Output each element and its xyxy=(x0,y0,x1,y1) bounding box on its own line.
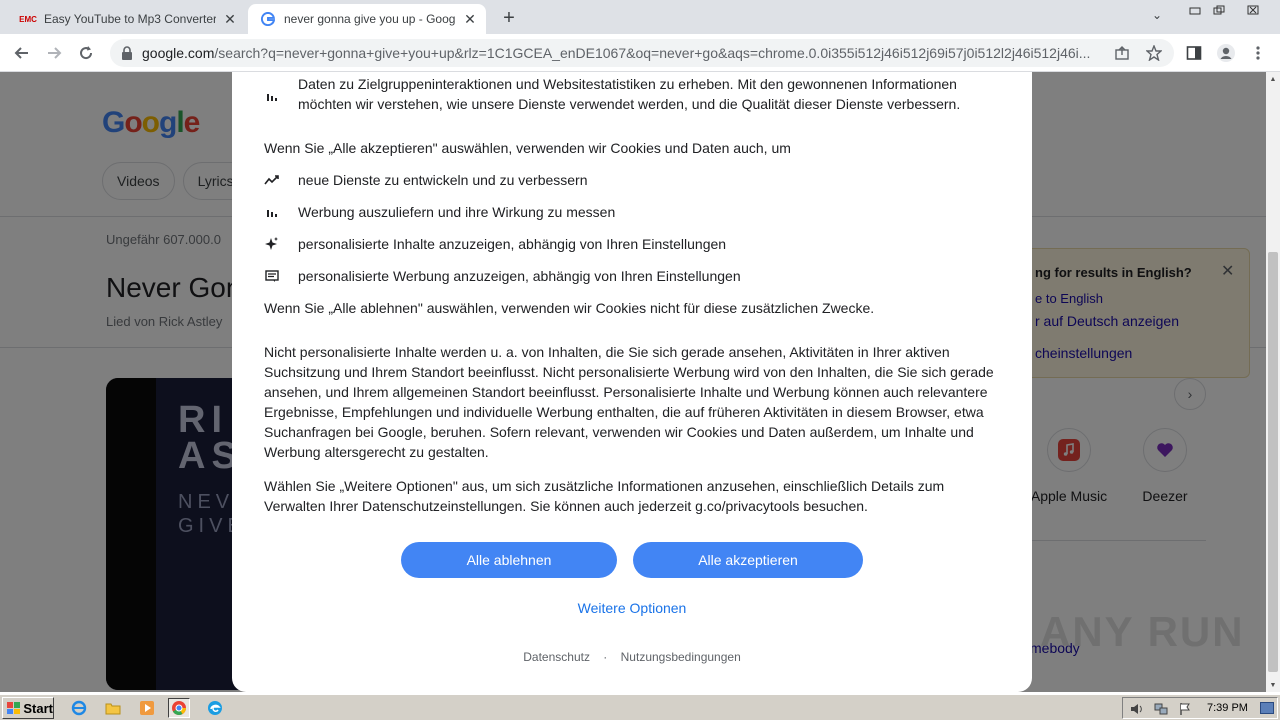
system-tray: 7:39 PM xyxy=(1122,697,1278,719)
reject-heading: Wenn Sie „Alle ablehnen" auswählen, verw… xyxy=(264,300,875,316)
tab-google-search[interactable]: never gonna give you up - Google S ✕ xyxy=(248,4,486,34)
reload-icon[interactable] xyxy=(74,41,98,65)
show-desktop-icon[interactable] xyxy=(1260,701,1274,714)
lock-icon[interactable] xyxy=(120,45,136,61)
minimize-icon[interactable] xyxy=(1186,2,1204,18)
chrome-icon[interactable] xyxy=(168,698,190,718)
side-panel-icon[interactable] xyxy=(1182,41,1206,65)
action-center-flag-icon[interactable] xyxy=(1177,701,1193,717)
start-label: Start xyxy=(23,700,53,716)
close-tab-icon[interactable]: ✕ xyxy=(222,11,238,27)
network-icon[interactable] xyxy=(1153,701,1169,717)
share-icon[interactable] xyxy=(1112,43,1132,63)
consent-paragraph: Wählen Sie „Weitere Optionen" aus, um si… xyxy=(264,478,945,514)
reject-all-button[interactable]: Alle ablehnen xyxy=(401,542,617,578)
more-options-link-text[interactable]: Weitere Optionen xyxy=(578,600,687,616)
tab-title: never gonna give you up - Google S xyxy=(284,12,456,26)
address-bar[interactable]: google.com/search?q=never+gonna+give+you… xyxy=(110,39,1174,67)
consent-paragraph: Nicht personalisierte Inhalte werden u. … xyxy=(264,344,994,460)
tab-strip: EMC Easy YouTube to Mp3 Converter | Ed ✕… xyxy=(0,0,1280,34)
browser-menu-icon[interactable] xyxy=(1246,41,1270,65)
emc-favicon-icon: EMC xyxy=(19,14,37,24)
more-options-link: Weitere Optionen xyxy=(232,600,1032,616)
page-scrollbar[interactable]: ▲ ▼ xyxy=(1266,72,1280,692)
consent-item-text: Werbung auszuliefern und ihre Wirkung zu… xyxy=(298,204,616,220)
new-tab-button[interactable]: + xyxy=(498,7,520,29)
consent-item-text: personalisierte Werbung anzuzeigen, abhä… xyxy=(298,268,741,284)
volume-icon[interactable] xyxy=(1129,701,1145,717)
cookie-consent-dialog: Daten zu Zielgruppeninteraktionen und We… xyxy=(232,72,1032,692)
internet-explorer-icon[interactable] xyxy=(68,698,90,718)
consent-footer: Datenschutz · Nutzungsbedingungen xyxy=(232,650,1032,664)
bookmark-star-icon[interactable] xyxy=(1144,43,1164,63)
browser-toolbar: google.com/search?q=never+gonna+give+you… xyxy=(0,34,1280,72)
back-icon[interactable] xyxy=(10,41,34,65)
folder-icon[interactable] xyxy=(102,698,124,718)
url-host: google.com xyxy=(142,45,215,61)
privacy-link[interactable]: Datenschutz xyxy=(523,650,590,664)
footer-separator: · xyxy=(603,650,608,664)
tab-search-icon[interactable]: ⌄ xyxy=(1152,8,1162,22)
tab-youtube-converter[interactable]: EMC Easy YouTube to Mp3 Converter | Ed ✕ xyxy=(8,4,246,34)
consent-text: Daten zu Zielgruppeninteraktionen und We… xyxy=(298,76,961,112)
restore-icon[interactable] xyxy=(1210,2,1228,18)
scroll-up-icon[interactable]: ▲ xyxy=(1266,72,1280,86)
bar-chart-icon xyxy=(264,204,280,220)
url-text[interactable]: google.com/search?q=never+gonna+give+you… xyxy=(142,45,1108,61)
taskbar: Start 7:39 PM xyxy=(0,694,1280,720)
sparkle-icon xyxy=(264,236,280,252)
windows-logo-icon xyxy=(7,702,21,714)
profile-avatar-icon[interactable] xyxy=(1214,41,1238,65)
bar-chart-icon xyxy=(264,88,280,104)
consent-item-text: personalisierte Inhalte anzuzeigen, abhä… xyxy=(298,236,727,252)
edge-icon[interactable] xyxy=(204,698,226,718)
accept-all-button[interactable]: Alle akzeptieren xyxy=(633,542,863,578)
ad-icon xyxy=(264,268,280,284)
consent-item-text: neue Dienste zu entwickeln und zu verbes… xyxy=(298,172,588,188)
accept-heading: Wenn Sie „Alle akzeptieren" auswählen, v… xyxy=(264,140,791,156)
close-tab-icon[interactable]: ✕ xyxy=(462,11,478,27)
google-favicon-icon xyxy=(260,11,276,27)
tab-title: Easy YouTube to Mp3 Converter | Ed xyxy=(44,12,216,26)
terms-link[interactable]: Nutzungsbedingungen xyxy=(621,650,741,664)
forward-icon[interactable] xyxy=(42,41,66,65)
media-player-icon[interactable] xyxy=(136,698,158,718)
url-path: /search?q=never+gonna+give+you+up&rlz=1C… xyxy=(214,45,1091,61)
trending-icon xyxy=(264,172,280,188)
window-close-icon[interactable] xyxy=(1244,2,1262,18)
scroll-thumb[interactable] xyxy=(1268,252,1278,672)
start-button[interactable]: Start xyxy=(2,697,54,719)
scroll-down-icon[interactable]: ▼ xyxy=(1266,678,1280,692)
clock: 7:39 PM xyxy=(1207,702,1248,714)
